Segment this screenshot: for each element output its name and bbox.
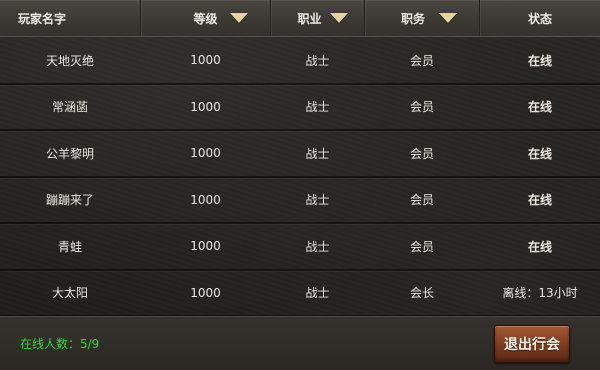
online-count: 在线人数：5/9 xyxy=(20,337,100,351)
header-name-label: 玩家名字 xyxy=(18,11,67,26)
table-row[interactable]: 天地灭绝 1000 战士 会员 在线 xyxy=(0,37,600,83)
header-role-label: 职务 xyxy=(400,11,425,26)
member-name: 常涵菡 xyxy=(51,100,88,114)
header-level-label: 等级 xyxy=(193,11,218,26)
guild-members-panel: 玩家名字 等级 职业 职务 状态 天地灭绝 1000 战士 会员 在线 常涵菡 1000 战士… xyxy=(0,0,600,370)
member-level: 1000 xyxy=(190,192,221,207)
member-name: 大太阳 xyxy=(51,286,88,300)
header-status-label: 状态 xyxy=(527,11,552,26)
member-level: 1000 xyxy=(190,53,221,67)
member-class: 战士 xyxy=(305,193,330,207)
member-level: 1000 xyxy=(190,239,221,253)
header-status: 状态 xyxy=(480,0,600,36)
member-status: 在线 xyxy=(527,53,552,68)
header-class-label: 职业 xyxy=(297,11,322,26)
sort-down-icon xyxy=(329,13,348,23)
member-status: 离线：13小时 xyxy=(502,286,578,300)
member-role: 会员 xyxy=(409,193,434,207)
member-name: 公羊黎明 xyxy=(45,146,94,161)
member-role: 会员 xyxy=(409,53,434,68)
header-name: 玩家名字 xyxy=(18,0,66,36)
footer-bar: 在线人数：5/9 退出行会 xyxy=(0,316,600,370)
table-row[interactable]: 公羊黎明 1000 战士 会员 在线 xyxy=(0,130,600,176)
member-class: 战士 xyxy=(305,239,330,254)
member-role: 会员 xyxy=(409,239,434,254)
header-role-sort[interactable]: 职务 xyxy=(365,0,479,36)
sort-down-icon xyxy=(439,13,457,23)
member-role: 会长 xyxy=(409,286,434,300)
table-row[interactable]: 蹦蹦来了 1000 战士 会员 在线 xyxy=(0,177,600,223)
table-header: 玩家名字 等级 职业 职务 状态 xyxy=(0,0,600,37)
member-class: 战士 xyxy=(305,53,330,68)
header-class-sort[interactable]: 职业 xyxy=(271,0,364,36)
sort-down-icon xyxy=(229,13,248,23)
member-status: 在线 xyxy=(527,193,552,207)
member-name: 天地灭绝 xyxy=(45,53,94,68)
member-level: 1000 xyxy=(190,146,221,160)
member-status: 在线 xyxy=(527,239,552,254)
member-class: 战士 xyxy=(305,100,330,114)
member-name: 青蛙 xyxy=(57,239,82,254)
table-row[interactable]: 青蛙 1000 战士 会员 在线 xyxy=(0,223,600,269)
member-class: 战士 xyxy=(305,286,330,300)
member-level: 1000 xyxy=(190,99,221,114)
quit-guild-button[interactable]: 退出行会 xyxy=(494,325,570,363)
member-name: 蹦蹦来了 xyxy=(45,193,94,207)
member-role: 会员 xyxy=(409,146,434,161)
table-row[interactable]: 大太阳 1000 战士 会长 离线：13小时 xyxy=(0,270,600,316)
member-status: 在线 xyxy=(527,100,552,114)
table-row[interactable]: 常涵菡 1000 战士 会员 在线 xyxy=(0,84,600,130)
header-level-sort[interactable]: 等级 xyxy=(141,0,270,36)
member-class: 战士 xyxy=(305,146,330,161)
member-status: 在线 xyxy=(527,146,552,161)
member-level: 1000 xyxy=(190,285,221,300)
member-role: 会员 xyxy=(409,100,434,114)
